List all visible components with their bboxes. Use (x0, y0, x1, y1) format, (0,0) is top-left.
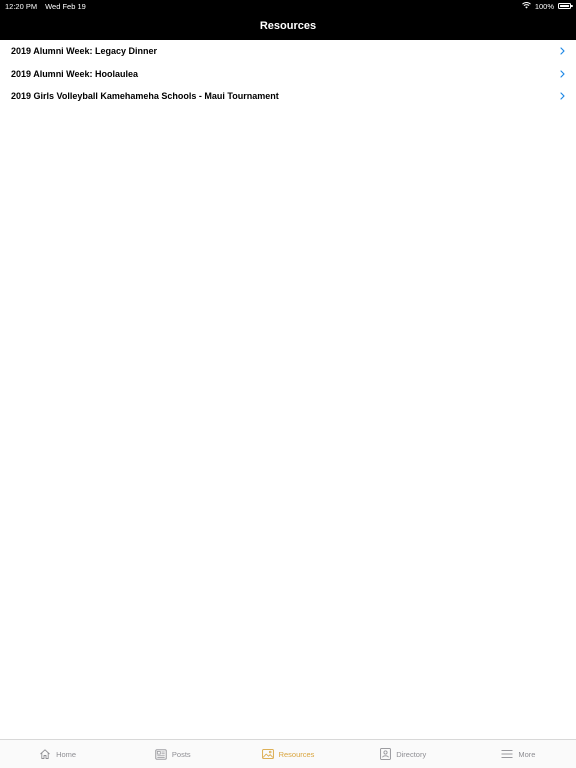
tab-label: Resources (278, 749, 315, 759)
tab-bar: Home Posts Resources Directory More (0, 739, 576, 768)
wifi-icon (521, 1, 531, 11)
tab-label: Posts (171, 749, 191, 759)
menu-icon (501, 749, 513, 759)
page-title: Resources (259, 20, 317, 32)
tab-resources[interactable]: Resources (230, 740, 345, 768)
home-icon (39, 748, 51, 760)
image-icon (261, 749, 274, 759)
status-time: 12:20 PM (5, 1, 38, 11)
posts-icon (155, 748, 167, 760)
battery-percent: 100% (534, 1, 554, 11)
tab-posts[interactable]: Posts (115, 740, 230, 768)
status-bar: 12:20 PM Wed Feb 19 100% (0, 0, 576, 12)
battery-icon (558, 3, 573, 9)
list-item-label: 2019 Girls Volleyball Kamehameha Schools… (11, 91, 279, 102)
battery-level (560, 5, 569, 7)
list-item-label: 2019 Alumni Week: Legacy Dinner (11, 46, 158, 57)
tab-label: More (518, 749, 536, 759)
chevron-right-icon (558, 69, 566, 79)
status-date: Wed Feb 19 (45, 1, 86, 11)
list-item[interactable]: 2019 Girls Volleyball Kamehameha Schools… (0, 85, 576, 108)
list-item-label: 2019 Alumni Week: Hoolaulea (11, 68, 139, 79)
list-item[interactable]: 2019 Alumni Week: Legacy Dinner (0, 40, 576, 63)
chevron-right-icon (558, 91, 566, 101)
tab-label: Home (56, 749, 77, 759)
navigation-bar: Resources (0, 12, 576, 40)
tab-directory[interactable]: Directory (346, 740, 461, 768)
tab-more[interactable]: More (461, 740, 576, 768)
tab-label: Directory (396, 749, 427, 759)
chevron-right-icon (558, 46, 566, 56)
list-item[interactable]: 2019 Alumni Week: Hoolaulea (0, 63, 576, 86)
contact-card-icon (380, 748, 392, 760)
resource-list: 2019 Alumni Week: Legacy Dinner 2019 Alu… (0, 40, 576, 108)
tab-home[interactable]: Home (0, 740, 115, 768)
